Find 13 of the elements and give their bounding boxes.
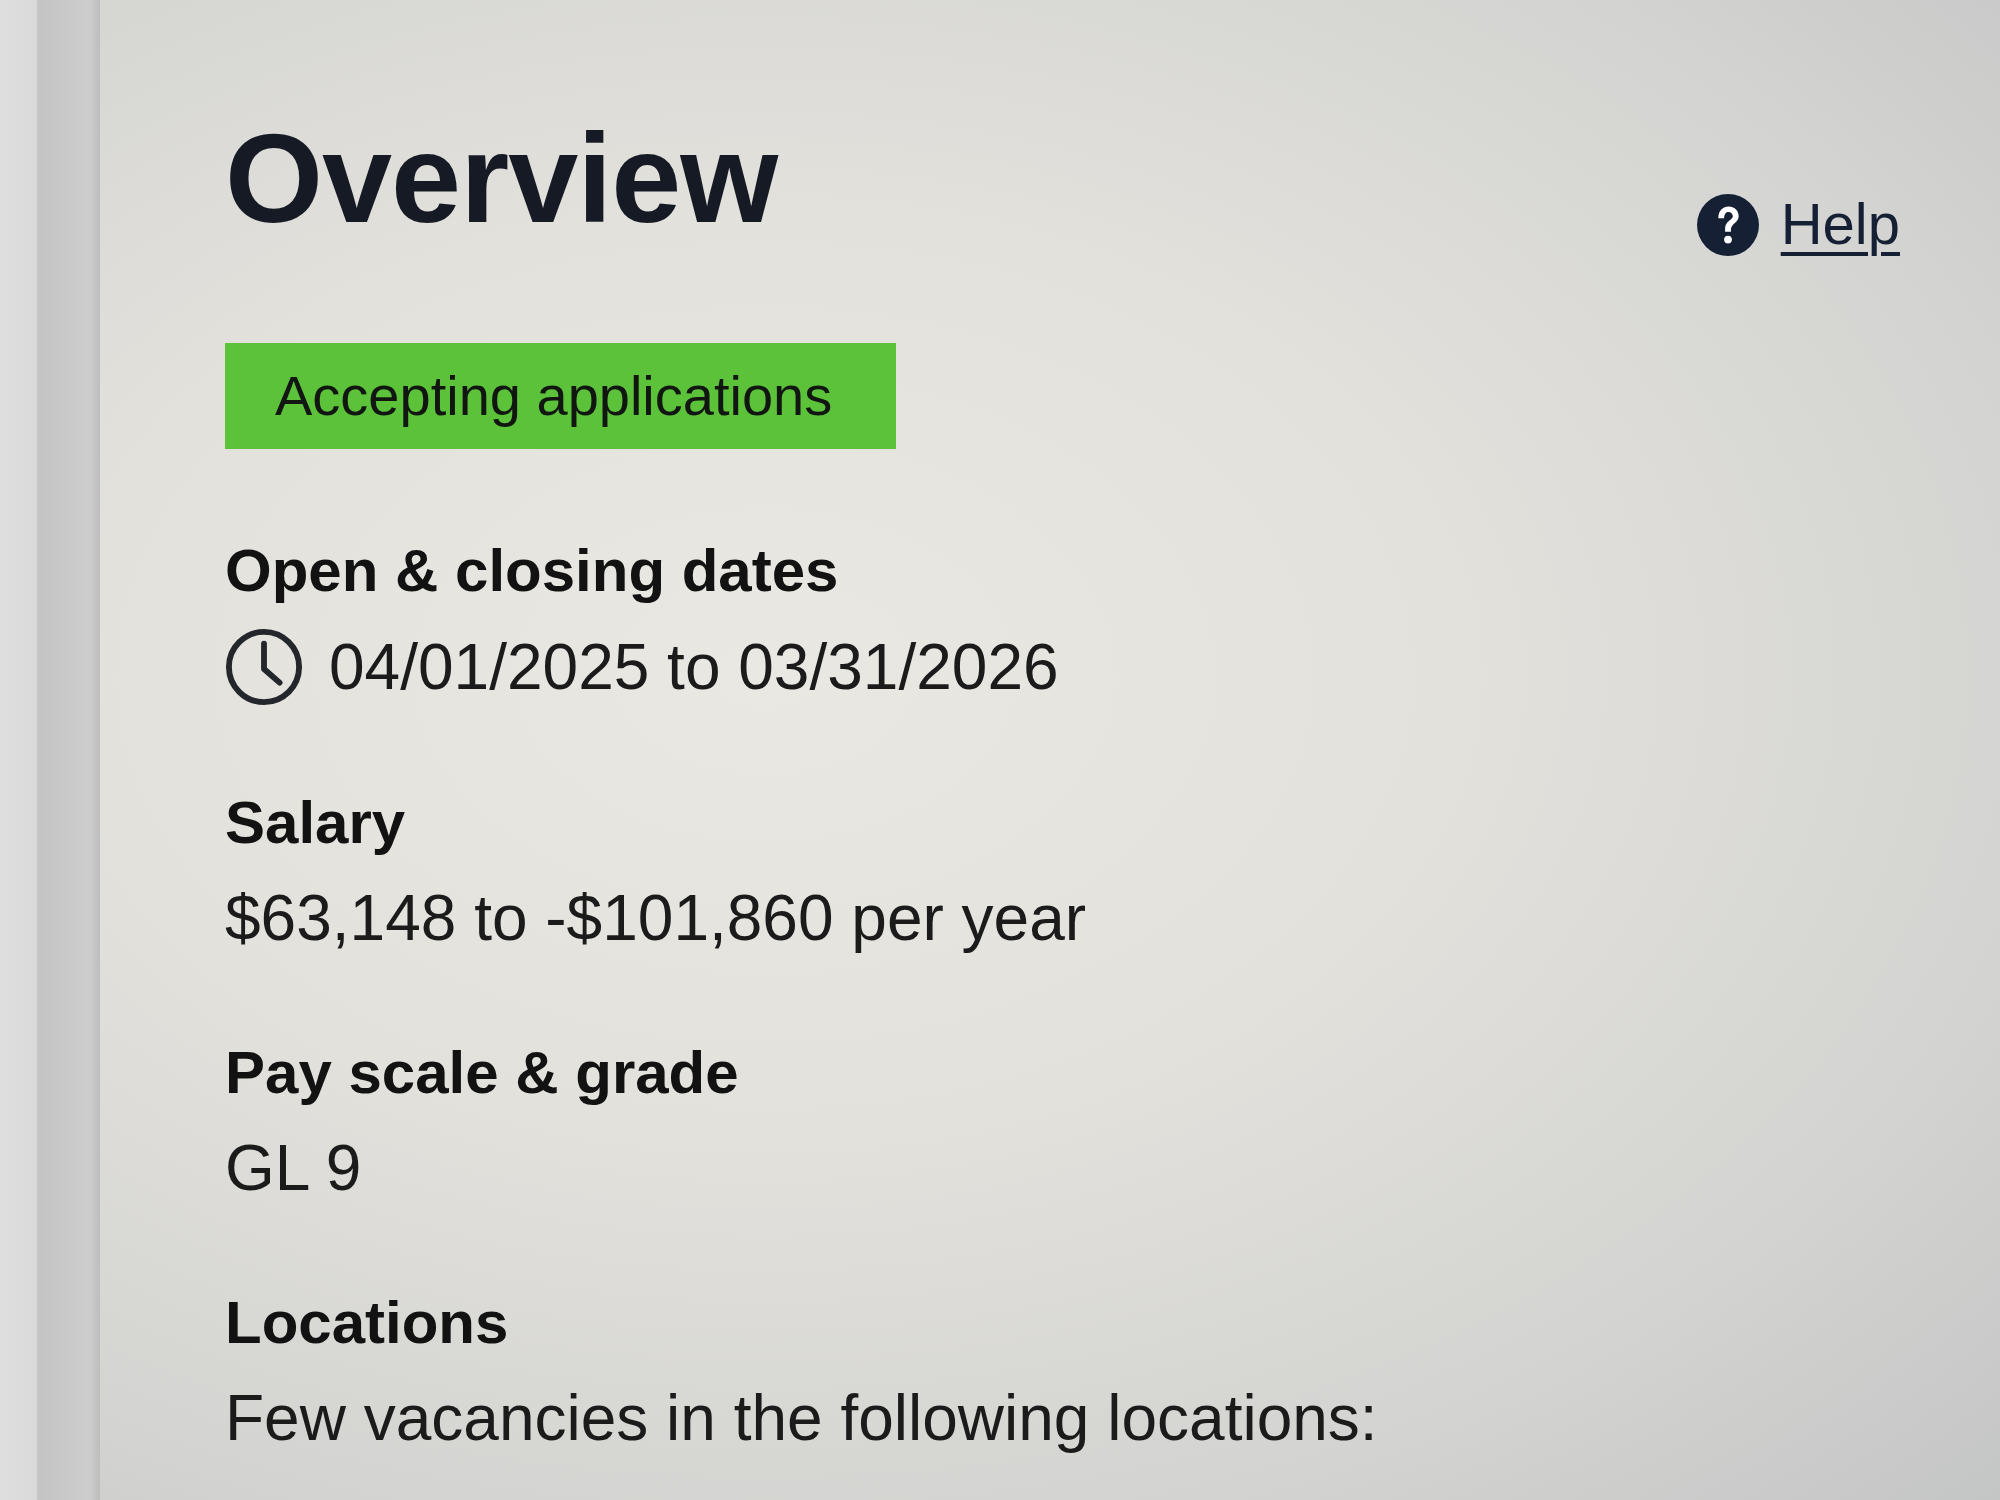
detail-value: Few vacancies in the following locations:: [225, 1380, 1378, 1456]
detail-heading: Pay scale & grade: [225, 1038, 740, 1106]
detail-value: GL 9: [225, 1130, 362, 1206]
detail-heading: Salary: [225, 788, 407, 856]
page-title: Overview: [225, 107, 778, 251]
clock-icon: [225, 627, 303, 706]
help-icon: [1696, 193, 1759, 256]
detail-value: 04/01/2025 to 03/31/2026: [329, 629, 1059, 705]
detail-heading: Open & closing dates: [225, 536, 840, 604]
detail-value: $63,148 to -$101,860 per year: [225, 880, 1087, 956]
help-link[interactable]: Help: [1696, 191, 1900, 258]
status-badge: Accepting applications: [225, 342, 897, 449]
detail-heading: Locations: [225, 1288, 510, 1356]
